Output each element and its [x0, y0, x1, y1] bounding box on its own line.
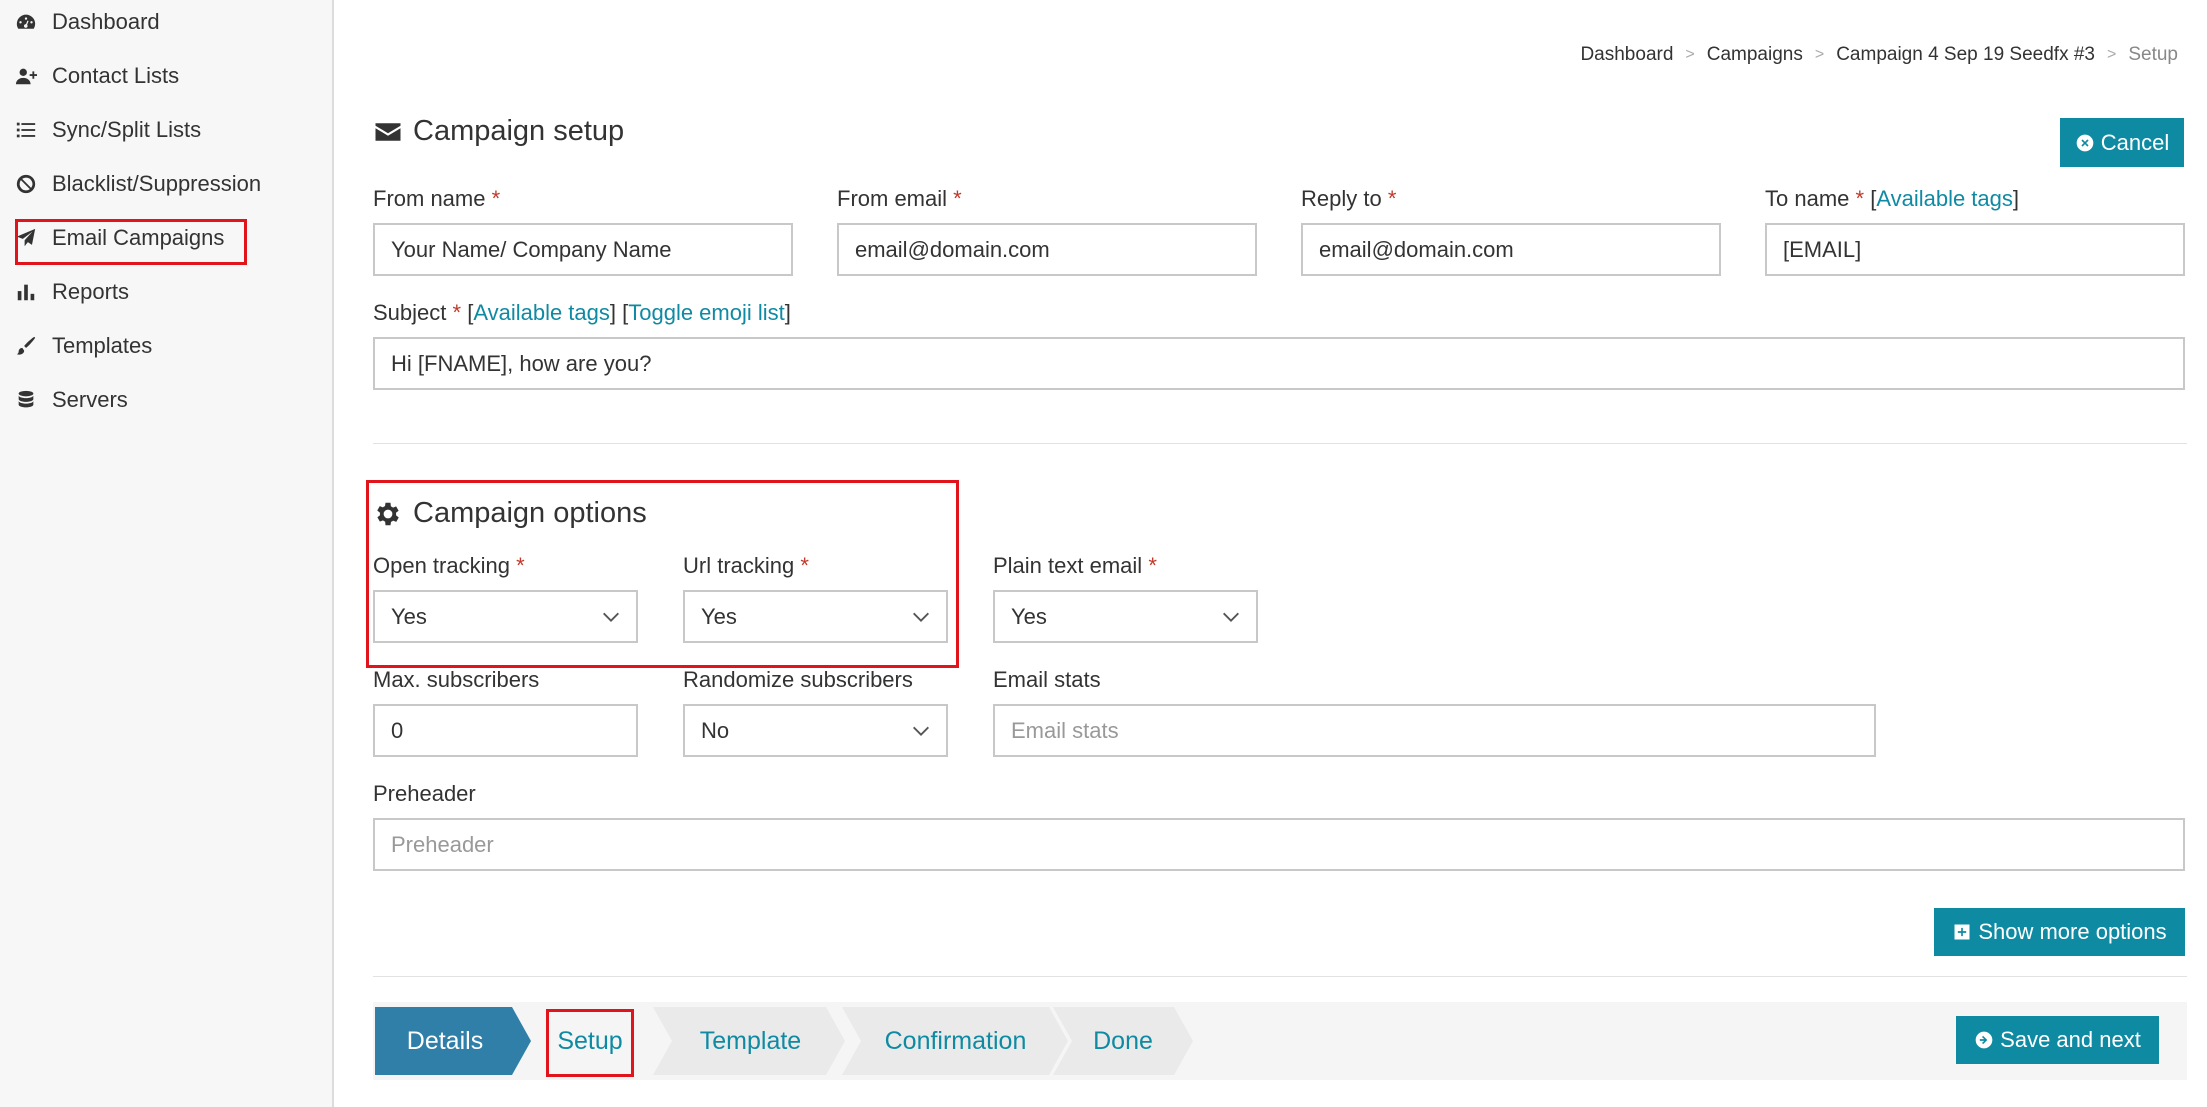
required-marker: *	[452, 300, 462, 325]
to-name-input[interactable]: [EMAIL]	[1765, 223, 2185, 276]
reply-to-label: Reply to *	[1301, 186, 1396, 212]
campaign-setup-title: Campaign setup	[373, 115, 624, 148]
to-name-label-text: To name	[1765, 186, 1850, 211]
email-stats-input[interactable]: Email stats	[993, 704, 1876, 757]
step-confirmation[interactable]: Confirmation	[863, 1007, 1048, 1075]
arrow-circle-right-icon	[1975, 1031, 1993, 1049]
sidebar-item-label: Reports	[52, 279, 130, 304]
randomize-subscribers-label: Randomize subscribers	[683, 667, 913, 692]
ban-icon	[14, 172, 38, 196]
chevron-down-icon	[1220, 606, 1242, 628]
user-plus-icon	[14, 64, 38, 88]
step-details[interactable]: Details	[375, 1007, 515, 1075]
plain-text-email-label-text: Plain text email	[993, 553, 1143, 578]
cancel-button[interactable]: Cancel	[2060, 118, 2184, 167]
reply-to-input[interactable]: email@domain.com	[1301, 223, 1721, 276]
sidebar-item-dashboard[interactable]: Dashboard	[14, 2, 160, 42]
dashboard-icon	[14, 10, 38, 34]
wizard-steps: Details Setup Template Confirmation Done…	[373, 1002, 2187, 1080]
subject-available-tags-link[interactable]: Available tags	[473, 300, 610, 325]
select-value: Yes	[1011, 603, 1047, 629]
email-stats-label: Email stats	[993, 667, 1101, 692]
cancel-label: Cancel	[2100, 129, 2170, 155]
randomize-subscribers-select[interactable]: No	[683, 704, 948, 757]
required-marker: *	[491, 186, 501, 211]
sidebar-item-contact-lists[interactable]: Contact Lists	[14, 56, 179, 96]
required-marker: *	[1148, 553, 1157, 578]
show-more-options-button[interactable]: Show more options	[1934, 908, 2185, 956]
database-icon	[14, 388, 38, 412]
from-name-label: From name *	[373, 186, 500, 212]
save-and-next-button[interactable]: Save and next	[1956, 1016, 2159, 1064]
toggle-emoji-list-link[interactable]: Toggle emoji list	[628, 300, 785, 325]
bar-chart-icon	[14, 280, 38, 304]
step-done[interactable]: Done	[1073, 1007, 1173, 1075]
breadcrumb-separator: >	[1814, 46, 1825, 63]
sidebar-item-servers[interactable]: Servers	[14, 380, 128, 420]
divider	[373, 443, 2187, 444]
brush-icon	[14, 334, 38, 358]
max-subscribers-input[interactable]: 0	[373, 704, 638, 757]
max-subscribers-label: Max. subscribers	[373, 667, 540, 692]
required-marker: *	[1855, 186, 1865, 211]
sidebar-item-sync-split-lists[interactable]: Sync/Split Lists	[14, 110, 201, 150]
breadcrumb-separator: >	[1685, 46, 1695, 63]
breadcrumb-separator: >	[2107, 46, 2117, 63]
reply-to-label-text: Reply to	[1301, 186, 1382, 211]
highlight-campaign-options	[366, 480, 959, 668]
divider	[373, 976, 2187, 977]
sidebar-item-label: Sync/Split Lists	[52, 117, 202, 142]
plain-text-email-select[interactable]: Yes	[993, 590, 1258, 643]
plain-text-email-label: Plain text email *	[993, 553, 1157, 579]
sidebar-item-templates[interactable]: Templates	[14, 326, 152, 366]
plus-square-icon	[1954, 924, 1970, 940]
breadcrumb-campaigns[interactable]: Campaigns	[1707, 44, 1803, 66]
sidebar-item-blacklist-suppression[interactable]: Blacklist/Suppression	[14, 164, 261, 204]
from-email-label-text: From email	[837, 186, 948, 211]
highlight-setup-step	[546, 1009, 634, 1077]
sidebar-item-label: Templates	[52, 333, 153, 358]
save-and-next-label: Save and next	[2000, 1027, 2141, 1052]
from-name-input[interactable]: Your Name/ Company Name	[373, 223, 793, 276]
breadcrumb-campaign[interactable]: Campaign 4 Sep 19 Seedfx #3	[1836, 44, 2095, 66]
envelope-icon	[373, 117, 403, 147]
section-title-text: Campaign setup	[413, 115, 625, 147]
from-email-label: From email *	[837, 186, 962, 212]
sidebar-item-label: Servers	[52, 387, 128, 412]
chevron-down-icon	[910, 720, 932, 742]
sidebar-item-label: Contact Lists	[52, 63, 180, 88]
list-icon	[14, 118, 38, 142]
preheader-input[interactable]: Preheader	[373, 818, 2185, 871]
preheader-label: Preheader	[373, 781, 476, 806]
breadcrumb-dashboard[interactable]: Dashboard	[1580, 44, 1673, 66]
required-marker: *	[953, 186, 962, 211]
subject-input[interactable]: Hi [FNAME], how are you?	[373, 337, 2185, 390]
sidebar-item-label: Blacklist/Suppression	[52, 171, 262, 196]
from-name-label-text: From name	[373, 186, 486, 211]
show-more-options-label: Show more options	[1978, 919, 2167, 944]
sidebar: Dashboard Contact Lists Sync/Split Lists…	[0, 0, 334, 1107]
breadcrumb-current: Setup	[2128, 44, 2178, 65]
subject-label-text: Subject	[373, 300, 447, 325]
sidebar-item-reports[interactable]: Reports	[14, 272, 129, 312]
highlight-email-campaigns	[15, 219, 247, 265]
from-email-input[interactable]: email@domain.com	[837, 223, 1257, 276]
subject-label: Subject * [Available tags] [Toggle emoji…	[373, 300, 791, 325]
required-marker: *	[1387, 186, 1397, 211]
sidebar-item-label: Dashboard	[52, 9, 160, 34]
to-name-label: To name * [Available tags]	[1765, 186, 2020, 211]
select-value: No	[701, 717, 730, 743]
breadcrumb: Dashboard > Campaigns > Campaign 4 Sep 1…	[1580, 44, 2178, 66]
step-template[interactable]: Template	[673, 1007, 828, 1075]
times-circle-icon	[2076, 134, 2094, 151]
available-tags-link[interactable]: Available tags	[1876, 186, 2013, 211]
